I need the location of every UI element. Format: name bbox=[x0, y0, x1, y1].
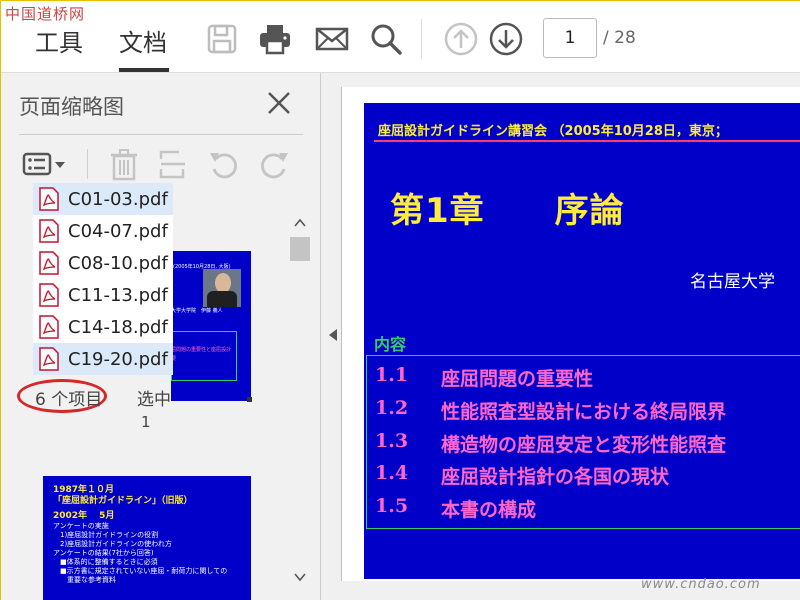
thumbnail-resize-handle[interactable] bbox=[247, 397, 252, 402]
speaker-face bbox=[215, 273, 231, 293]
speaker-photo bbox=[203, 269, 241, 307]
pdf-file-icon bbox=[39, 347, 59, 371]
document-view: 座屈設計ガイドライン講習会 （2005年10月28日，東京； 第1章 序論 名古… bbox=[321, 73, 800, 600]
mail-icon[interactable] bbox=[314, 21, 350, 57]
toc-number: 1.4 bbox=[375, 462, 409, 484]
site-watermark: www.cndao.com bbox=[641, 577, 761, 592]
list-item[interactable]: C14-18.pdf bbox=[33, 311, 173, 343]
toc-title: 座屈設計指針の各国の現状 bbox=[441, 466, 670, 488]
list-item[interactable]: C11-13.pdf bbox=[33, 279, 173, 311]
active-tab-indicator bbox=[119, 68, 169, 72]
page-thumbnails-panel: 页面缩略图 (2005年10月28日, 大阪) 大学大学院 伊藤 義人 屈問題の… bbox=[1, 73, 321, 600]
panel-divider bbox=[19, 134, 303, 135]
page-thumbnail-2[interactable]: 1987年１０月 「座屈設計ガイドライン」（旧版） 2002年 5月 アンケート… bbox=[43, 476, 251, 600]
toc-title: 構造物の座屈安定と変形性能照査 bbox=[441, 434, 727, 456]
thumb2-line: 1987年１０月 bbox=[53, 485, 115, 495]
thumb2-small: 重要な参考資料 bbox=[53, 576, 116, 584]
save-icon[interactable] bbox=[204, 21, 240, 57]
insert-page-icon[interactable] bbox=[155, 147, 189, 181]
thumbnail-scrollbar[interactable] bbox=[287, 215, 313, 591]
contents-label: 内容 bbox=[374, 335, 407, 354]
close-icon[interactable] bbox=[265, 89, 293, 117]
thumb2-small: 1)座屈設計ガイドラインの役割 bbox=[53, 531, 159, 539]
slide-header-rule bbox=[374, 140, 800, 142]
thumb-contents-box bbox=[171, 331, 237, 381]
thumb2-line: 2002年 5月 bbox=[53, 511, 115, 521]
tab-document[interactable]: 文档 bbox=[119, 23, 167, 58]
thumb2-small: ■示方書に規定されていない座屈・耐荷力に関しての bbox=[53, 567, 228, 575]
top-toolbar: 中国道桥网 工具 文档 1 / 28 bbox=[1, 1, 800, 73]
pdf-file-icon bbox=[39, 219, 59, 243]
thumb-pink-text-1: 屈問題の重要性と座屈設計 bbox=[171, 347, 232, 353]
toc-title: 座屈問題の重要性 bbox=[441, 368, 594, 390]
document-page: 座屈設計ガイドライン講習会 （2005年10月28日，東京； 第1章 序論 名古… bbox=[341, 87, 800, 581]
scroll-down-icon[interactable] bbox=[294, 571, 306, 583]
contents-box: 1.1 座屈問題の重要性 1.2 性能照査型設計における終局限界 1.3 構造物… bbox=[366, 355, 800, 529]
collapse-panel-arrow-icon[interactable] bbox=[328, 328, 338, 342]
toc-number: 1.2 bbox=[375, 397, 409, 419]
file-name: C14-18.pdf bbox=[68, 316, 168, 338]
file-name: C01-03.pdf bbox=[68, 188, 168, 210]
slide-author: 名古屋大学 bbox=[690, 272, 775, 292]
file-dropdown-list: C01-03.pdf C04-07.pdf C08-10.pdf C11-13.… bbox=[33, 183, 173, 375]
list-item[interactable]: C04-07.pdf bbox=[33, 215, 173, 247]
search-icon[interactable] bbox=[368, 21, 404, 57]
selected-count: 1 bbox=[141, 413, 151, 431]
pdf-file-icon bbox=[39, 251, 59, 275]
list-item[interactable]: C08-10.pdf bbox=[33, 247, 173, 279]
list-item[interactable]: C01-03.pdf bbox=[33, 183, 173, 215]
toc-title: 性能照査型設計における終局限界 bbox=[441, 401, 727, 423]
rotate-right-icon[interactable] bbox=[257, 147, 291, 181]
list-item[interactable]: C19-20.pdf bbox=[33, 343, 173, 375]
thumb2-small: アンケートの実施 bbox=[53, 522, 109, 530]
scroll-up-icon[interactable] bbox=[294, 217, 306, 229]
arrow-up-circle-icon[interactable] bbox=[443, 21, 479, 57]
slide-chapter-title: 第1章 序論 bbox=[390, 191, 625, 231]
page-total-label: / 28 bbox=[603, 28, 636, 48]
file-name: C11-13.pdf bbox=[68, 284, 168, 306]
toc-number: 1.5 bbox=[375, 495, 409, 517]
rotate-left-icon[interactable] bbox=[207, 147, 241, 181]
thumb2-small: 2)座屈設計ガイドラインの使われ方 bbox=[53, 540, 172, 548]
speaker-body bbox=[207, 291, 237, 307]
scrollbar-thumb[interactable] bbox=[290, 237, 310, 261]
selected-label: 选中 bbox=[137, 390, 171, 410]
toc-number: 1.3 bbox=[375, 430, 409, 452]
file-name: C08-10.pdf bbox=[68, 252, 168, 274]
item-count-label: 6 个项目 bbox=[35, 390, 103, 410]
pdf-file-icon bbox=[39, 187, 59, 211]
thumb2-line: 「座屈設計ガイドライン」（旧版） bbox=[53, 496, 193, 506]
toc-title: 本書の構成 bbox=[441, 499, 537, 521]
slide-content: 座屈設計ガイドライン講習会 （2005年10月28日，東京； 第1章 序論 名古… bbox=[364, 103, 800, 579]
toc-number: 1.1 bbox=[375, 364, 409, 386]
pdf-file-icon bbox=[39, 283, 59, 307]
pdf-file-icon bbox=[39, 315, 59, 339]
page-thumbnail-1[interactable]: (2005年10月28日, 大阪) 大学大学院 伊藤 義人 屈問題の重要性と座屈… bbox=[171, 251, 251, 401]
panel-toolbar-separator bbox=[87, 149, 88, 179]
trash-icon[interactable] bbox=[107, 147, 141, 181]
slide-header: 座屈設計ガイドライン講習会 （2005年10月28日，東京； bbox=[378, 124, 728, 139]
toolbar-separator bbox=[421, 19, 422, 59]
thumb2-small: ■体系的に整備するときに必須 bbox=[53, 558, 158, 566]
tab-tools[interactable]: 工具 bbox=[35, 23, 83, 58]
options-menu-icon[interactable] bbox=[21, 147, 69, 181]
page-number-input[interactable]: 1 bbox=[543, 18, 597, 58]
watermark-text: 中国道桥网 bbox=[5, 5, 86, 23]
arrow-down-circle-icon[interactable] bbox=[488, 21, 524, 57]
file-name: C04-07.pdf bbox=[68, 220, 168, 242]
print-icon[interactable] bbox=[257, 21, 293, 57]
panel-title: 页面缩略图 bbox=[19, 95, 124, 119]
thumb-author-text: 大学大学院 伊藤 義人 bbox=[171, 308, 223, 314]
file-name: C19-20.pdf bbox=[68, 348, 168, 370]
thumb2-small: アンケートの結果(7社から回答) bbox=[53, 549, 154, 557]
